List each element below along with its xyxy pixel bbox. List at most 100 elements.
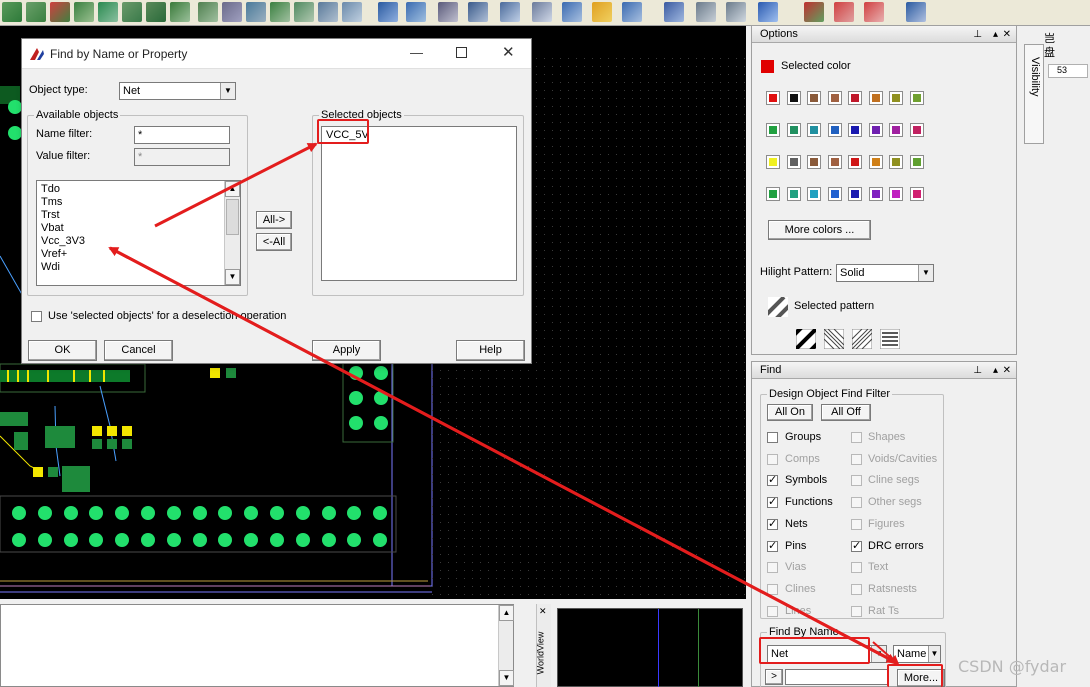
- scroll-up-icon[interactable]: ▲: [499, 605, 514, 621]
- color-swatch[interactable]: [889, 187, 903, 201]
- help-button[interactable]: Help: [456, 340, 525, 361]
- ok-button[interactable]: OK: [28, 340, 97, 361]
- close-icon[interactable]: ✕: [502, 43, 515, 61]
- copy-icon[interactable]: [664, 2, 684, 22]
- pattern-slash-icon[interactable]: [852, 329, 872, 349]
- available-object-item[interactable]: Vbat: [41, 222, 64, 234]
- filter-checkbox[interactable]: [767, 432, 778, 443]
- component-icon[interactable]: [562, 2, 582, 22]
- camera-icon[interactable]: [468, 2, 488, 22]
- waveform-icon[interactable]: [906, 2, 926, 22]
- color-swatch[interactable]: [786, 155, 801, 169]
- color-swatch[interactable]: [909, 155, 924, 169]
- lock-icon[interactable]: [592, 2, 612, 22]
- color-swatch[interactable]: [766, 155, 780, 169]
- artwork-icon[interactable]: [406, 2, 426, 22]
- dimension-icon[interactable]: [726, 2, 746, 22]
- help-icon[interactable]: [758, 2, 778, 22]
- measure-icon[interactable]: [532, 2, 552, 22]
- command-console[interactable]: ▲ ▼: [0, 604, 514, 687]
- selected-objects-list[interactable]: VCC_5V: [321, 126, 517, 281]
- color-swatch[interactable]: [766, 123, 780, 137]
- color-swatch[interactable]: [909, 187, 924, 201]
- color-swatch[interactable]: [868, 155, 883, 169]
- find-mode-select[interactable]: Name ▼: [893, 645, 941, 663]
- maximize-icon[interactable]: [456, 47, 467, 58]
- available-object-item[interactable]: Trst: [41, 209, 60, 221]
- route-icon[interactable]: [2, 2, 22, 22]
- all-off-button[interactable]: All Off: [821, 404, 871, 421]
- available-object-item[interactable]: Tms: [41, 196, 62, 208]
- console-scrollbar[interactable]: ▲ ▼: [498, 605, 514, 686]
- scroll-up-icon[interactable]: ▲: [225, 181, 240, 197]
- color-swatch[interactable]: [827, 91, 842, 105]
- value-filter-input[interactable]: *: [134, 148, 230, 166]
- pattern-backslash-icon[interactable]: [824, 329, 844, 349]
- color-swatch[interactable]: [827, 155, 842, 169]
- filter-checkbox[interactable]: [767, 539, 778, 552]
- grid-icon[interactable]: [318, 2, 338, 22]
- color-swatch[interactable]: [909, 91, 924, 105]
- filter-checkbox[interactable]: [851, 539, 862, 552]
- scroll-thumb[interactable]: [226, 199, 239, 235]
- color-swatch[interactable]: [889, 155, 903, 169]
- filter-checkbox[interactable]: [767, 517, 778, 530]
- color-swatch[interactable]: [827, 187, 842, 201]
- more-colors-button[interactable]: More colors ...: [768, 220, 871, 240]
- worldview-map[interactable]: [557, 608, 743, 687]
- close-icon[interactable]: ✕: [539, 606, 547, 617]
- minimize-icon[interactable]: ▴: [993, 362, 998, 379]
- expand-button[interactable]: >: [765, 669, 783, 685]
- slide-icon[interactable]: [26, 2, 46, 22]
- move-all-left-button[interactable]: <-All: [256, 233, 292, 251]
- list-scrollbar[interactable]: ▲ ▼: [224, 181, 240, 285]
- drc-icon[interactable]: [804, 2, 824, 22]
- odb-export-icon[interactable]: [378, 2, 398, 22]
- glossing-icon[interactable]: [198, 2, 218, 22]
- color-swatch[interactable]: [807, 155, 821, 169]
- custom-smooth-icon[interactable]: [74, 2, 94, 22]
- pin-icon[interactable]: ⊥: [973, 26, 982, 43]
- available-objects-list[interactable]: Tdo Tms Trst Vbat Vcc_3V3 Vref+ Wdi ▲ ▼: [36, 180, 241, 286]
- pattern-diagonal-solid-icon[interactable]: [796, 329, 816, 349]
- color-swatch[interactable]: [827, 123, 842, 137]
- color-swatch[interactable]: [786, 187, 801, 201]
- align-icon[interactable]: [834, 2, 854, 22]
- available-object-item[interactable]: Vcc_3V3: [41, 235, 85, 247]
- delay-tune-icon[interactable]: [50, 2, 70, 22]
- chevron-down-icon[interactable]: ▼: [871, 646, 886, 662]
- step-icon[interactable]: [500, 2, 520, 22]
- color-swatch[interactable]: [909, 123, 924, 137]
- color-swatch[interactable]: [889, 91, 903, 105]
- color-swatch[interactable]: [848, 123, 862, 137]
- scroll-down-icon[interactable]: ▼: [499, 670, 514, 686]
- chevron-down-icon[interactable]: ▼: [220, 83, 235, 99]
- color-swatch[interactable]: [786, 91, 801, 105]
- available-object-item[interactable]: Tdo: [41, 183, 60, 195]
- color-swatch[interactable]: [766, 91, 780, 105]
- color-swatch[interactable]: [889, 123, 903, 137]
- scroll-down-icon[interactable]: ▼: [225, 269, 240, 285]
- color-swatch[interactable]: [868, 91, 883, 105]
- swap-icon[interactable]: [270, 2, 290, 22]
- color-swatch[interactable]: [807, 123, 821, 137]
- color-swatch[interactable]: [807, 91, 821, 105]
- move-all-right-button[interactable]: All->: [256, 211, 292, 229]
- visibility-tab[interactable]: Visibility: [1024, 44, 1044, 144]
- apply-button[interactable]: Apply: [312, 340, 381, 361]
- distance-icon[interactable]: [864, 2, 884, 22]
- filter-checkbox[interactable]: [767, 473, 778, 487]
- use-selected-checkbox[interactable]: [31, 311, 42, 322]
- worldview-tab[interactable]: WorldView: [535, 632, 545, 675]
- filter-checkbox[interactable]: [767, 495, 778, 509]
- object-type-select[interactable]: Net ▼: [119, 82, 236, 100]
- color-swatch[interactable]: [848, 187, 862, 201]
- color-swatch[interactable]: [868, 187, 883, 201]
- color-swatch[interactable]: [868, 123, 883, 137]
- minimize-icon[interactable]: ▴: [993, 26, 998, 43]
- chevron-down-icon[interactable]: ▼: [918, 265, 933, 281]
- reports-icon[interactable]: [438, 2, 458, 22]
- via-icon[interactable]: [294, 2, 314, 22]
- cancel-button[interactable]: Cancel: [104, 340, 173, 361]
- name-filter-input[interactable]: *: [134, 126, 230, 144]
